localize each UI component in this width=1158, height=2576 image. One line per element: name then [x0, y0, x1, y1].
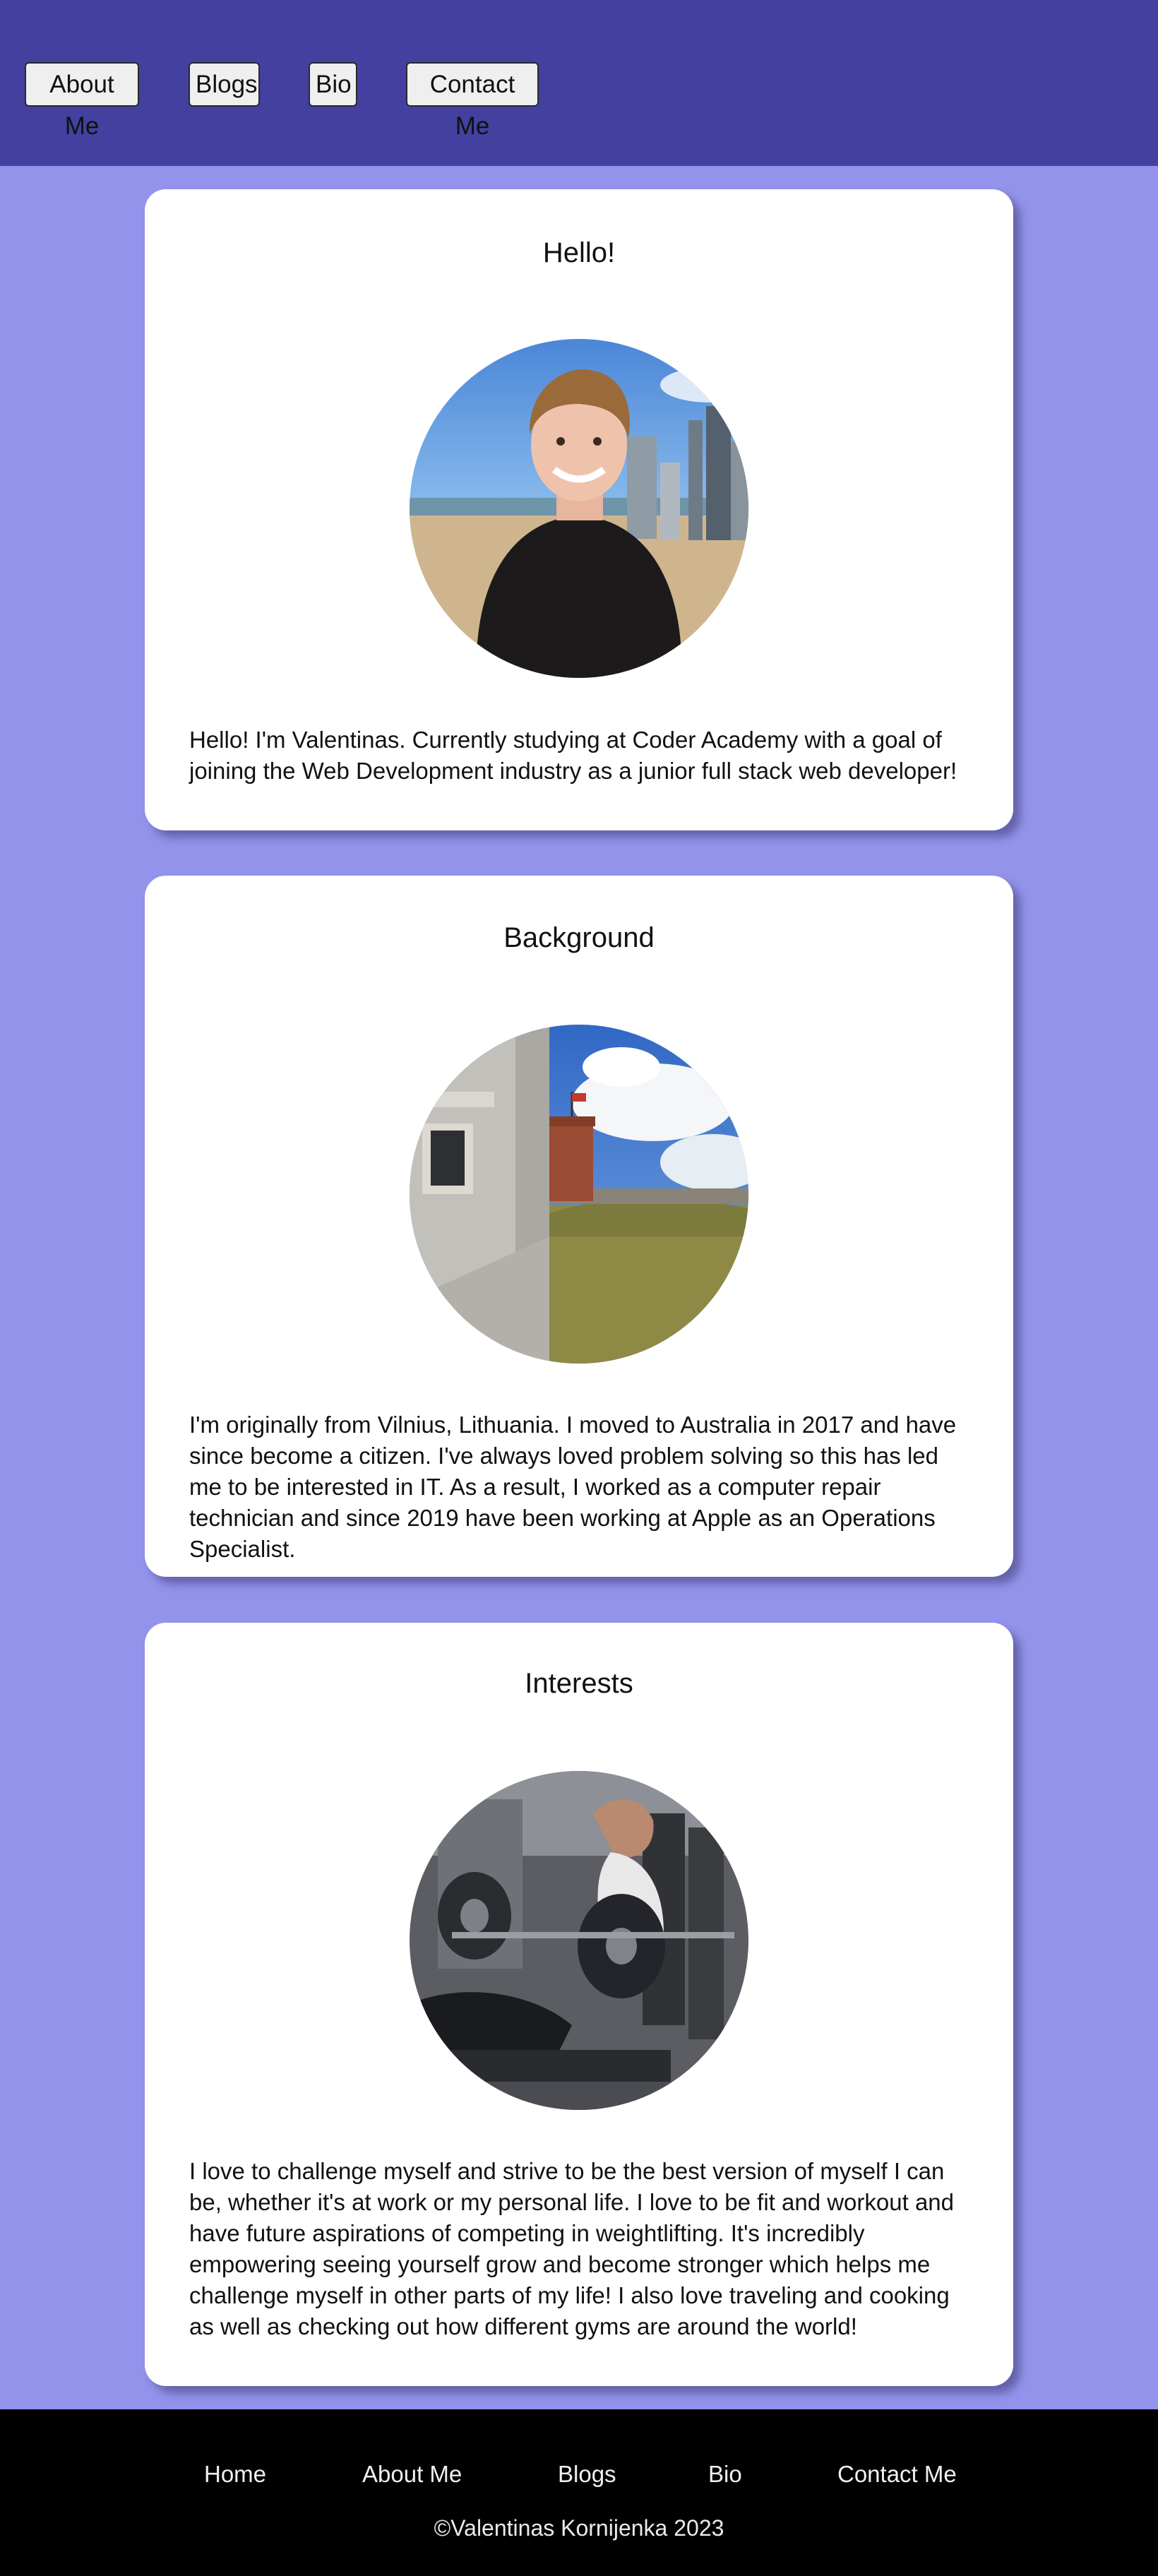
card-title: Hello! — [542, 237, 616, 268]
site-footer: Home About Me Blogs Bio Contact Me ©Vale… — [0, 2409, 1158, 2576]
castle-photo — [410, 1025, 748, 1364]
footer-link-contact-me[interactable]: Contact Me — [837, 2459, 957, 2490]
background-card: Background I'm originally from Vilnius, … — [145, 876, 1013, 1577]
site-header: About Me Blogs Bio Contact Me — [0, 0, 1158, 166]
footer-link-bio[interactable]: Bio — [708, 2459, 742, 2490]
interests-card: Interests I love to challenge myself and… — [145, 1623, 1013, 2386]
card-text: I'm originally from Vilnius, Lithuania. … — [189, 1412, 957, 1562]
copyright-text: ©Valentinas Kornijenka 2023 — [434, 2515, 724, 2541]
hello-card: Hello! Hello! I'm Valentinas. Currently … — [145, 189, 1013, 830]
gym-photo — [410, 1771, 748, 2110]
nav-contact-me-button[interactable]: Contact Me — [406, 62, 539, 140]
nav-about-me-button[interactable]: About Me — [25, 62, 139, 140]
card-title: Background — [503, 922, 655, 953]
nav-bio-button[interactable]: Bio — [309, 62, 357, 107]
profile-photo — [410, 339, 748, 678]
card-text: I love to challenge myself and strive to… — [189, 2158, 955, 2339]
footer-link-about-me[interactable]: About Me — [362, 2459, 462, 2490]
footer-link-home[interactable]: Home — [204, 2459, 266, 2490]
footer-link-blogs[interactable]: Blogs — [558, 2459, 616, 2490]
nav-blogs-button[interactable]: Blogs — [189, 62, 260, 107]
card-text: Hello! I'm Valentinas. Currently studyin… — [189, 727, 957, 784]
card-title: Interests — [525, 1668, 633, 1699]
